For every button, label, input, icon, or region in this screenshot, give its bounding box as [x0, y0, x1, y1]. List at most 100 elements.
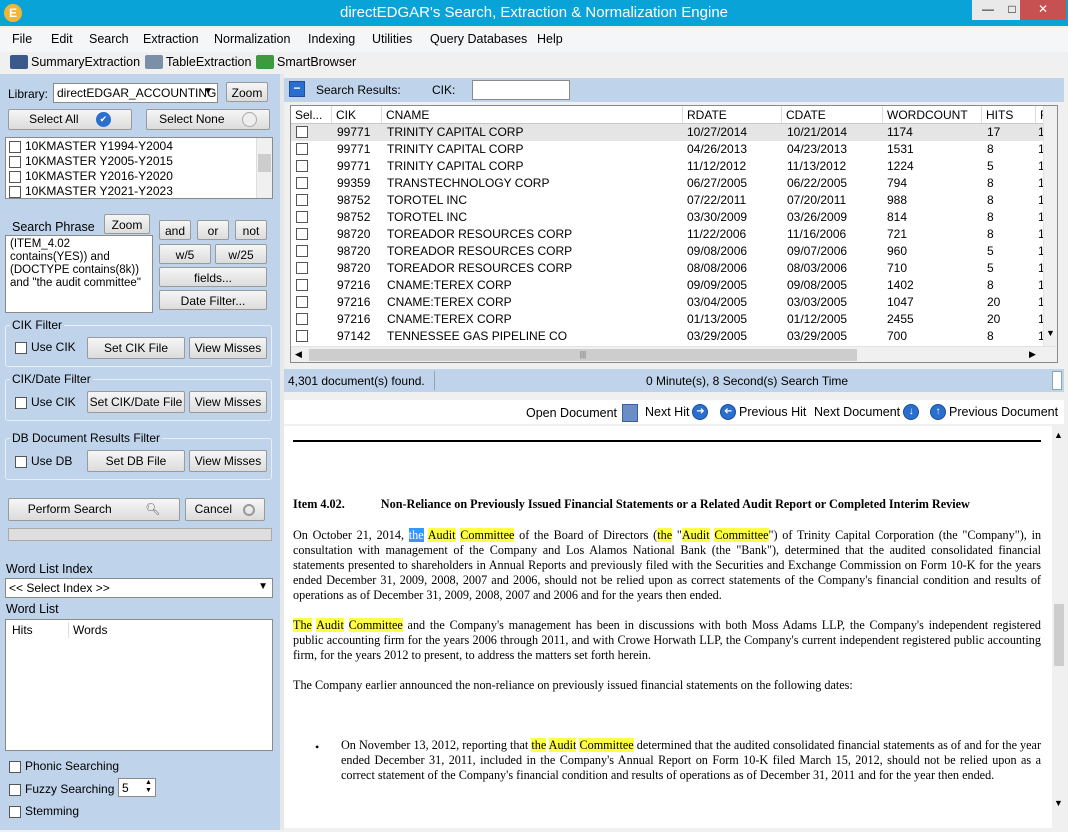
row-select-checkbox[interactable]	[296, 143, 308, 155]
use-cik-checkbox[interactable]: Use CIK	[15, 340, 76, 354]
chevron-down-icon[interactable]: ▼	[1054, 798, 1063, 808]
chevron-left-icon[interactable]: ◀	[295, 349, 302, 360]
document-vertical-scrollbar[interactable]: ▲ ▼	[1052, 426, 1066, 828]
results-vertical-scrollbar[interactable]: ▼	[1043, 106, 1057, 346]
next-document-button[interactable]: Next Document ↓	[814, 404, 922, 420]
row-select-checkbox[interactable]	[296, 262, 308, 274]
library-select[interactable]: directEDGAR_ACCOUNTING ▼	[53, 83, 218, 103]
row-select-checkbox[interactable]	[296, 177, 308, 189]
menu-search[interactable]: Search	[89, 32, 129, 46]
library-item[interactable]: 10KMASTER Y2021-Y2023	[9, 184, 173, 199]
chevron-down-icon: ▼	[203, 86, 213, 97]
stepper-arrows-icon[interactable]: ▲ ▼	[143, 779, 154, 795]
summary-extraction-button[interactable]: SummaryExtraction	[10, 55, 140, 69]
menu-utilities[interactable]: Utilities	[372, 32, 412, 46]
row-select-checkbox[interactable]	[296, 211, 308, 223]
row-select-checkbox[interactable]	[296, 245, 308, 257]
hit-highlight[interactable]: Audit	[681, 528, 710, 542]
smart-browser-button[interactable]: SmartBrowser	[256, 55, 356, 69]
fields-button[interactable]: fields...	[159, 267, 267, 287]
row-select-checkbox[interactable]	[296, 279, 308, 291]
perform-search-button[interactable]: Perform Search 🔍︎	[8, 498, 180, 521]
hit-highlight[interactable]: Committee	[348, 618, 403, 632]
row-select-checkbox[interactable]	[296, 330, 308, 342]
arrow-right-icon: ➜	[692, 404, 709, 420]
hit-highlight[interactable]: the	[531, 738, 547, 752]
use-db-checkbox[interactable]: Use DB	[15, 454, 72, 468]
row-select-checkbox[interactable]	[296, 126, 308, 138]
operator-not-button[interactable]: not	[235, 220, 267, 240]
menu-help[interactable]: Help	[537, 32, 563, 46]
cik-search-input[interactable]	[472, 80, 570, 100]
column-header-cname[interactable]: CNAME	[382, 106, 683, 124]
select-none-button[interactable]: Select None	[146, 109, 270, 130]
cikdate-view-misses-button[interactable]: View Misses	[189, 391, 267, 413]
column-header-rdate[interactable]: RDATE	[683, 106, 782, 124]
library-item[interactable]: 10KMASTER Y2016-Y2020	[9, 169, 173, 184]
column-header-cik[interactable]: CIK	[332, 106, 382, 124]
within-25-button[interactable]: w/25	[215, 244, 267, 264]
fuzzy-searching-checkbox[interactable]: Fuzzy Searching	[9, 782, 114, 796]
operator-and-button[interactable]: and	[159, 220, 191, 240]
library-item[interactable]: 10KMASTER Y2005-Y2015	[9, 154, 173, 169]
column-header-hits[interactable]: HITS	[982, 106, 1036, 124]
set-db-file-button[interactable]: Set DB File	[87, 450, 185, 472]
hit-highlight[interactable]: the	[657, 528, 673, 542]
date-filter-button[interactable]: Date Filter...	[159, 290, 267, 310]
column-header-sel[interactable]: Sel...	[291, 106, 332, 124]
previous-hit-button[interactable]: ➜ Previous Hit	[717, 404, 806, 420]
search-phrase-input[interactable]: (ITEM_4.02 contains(YES)) and (DOCTYPE c…	[5, 235, 153, 313]
word-list-hits-header[interactable]: Hits	[12, 623, 33, 637]
close-button[interactable]: ✕	[1020, 0, 1066, 20]
collapse-icon[interactable]: −	[289, 81, 305, 97]
use-cikdate-checkbox[interactable]: Use CIK	[15, 395, 76, 409]
chevron-right-icon[interactable]: ▶	[1029, 349, 1036, 360]
library-scrollbar[interactable]	[256, 138, 272, 198]
hit-highlight[interactable]: Committee	[460, 528, 515, 542]
hit-highlight[interactable]: Committee	[579, 738, 634, 752]
menu-normalization[interactable]: Normalization	[214, 32, 290, 46]
previous-document-button[interactable]: ↑ Previous Document	[927, 404, 1058, 420]
cancel-search-button[interactable]: Cancel	[185, 498, 265, 521]
row-select-checkbox[interactable]	[296, 228, 308, 240]
row-select-checkbox[interactable]	[296, 296, 308, 308]
within-5-button[interactable]: w/5	[159, 244, 211, 264]
search-zoom-button[interactable]: Zoom	[104, 214, 150, 234]
chevron-down-icon[interactable]: ▼	[1046, 328, 1055, 338]
word-list-index-select[interactable]: << Select Index >> ▼	[5, 578, 273, 598]
select-all-button[interactable]: Select All ✔	[8, 109, 132, 130]
row-select-checkbox[interactable]	[296, 194, 308, 206]
table-extraction-button[interactable]: TableExtraction	[145, 55, 251, 69]
chevron-up-icon[interactable]: ▲	[1054, 430, 1063, 440]
db-view-misses-button[interactable]: View Misses	[189, 450, 267, 472]
table-cell: 99359	[337, 176, 371, 190]
menu-indexing[interactable]: Indexing	[308, 32, 355, 46]
menu-extraction[interactable]: Extraction	[143, 32, 199, 46]
row-select-checkbox[interactable]	[296, 160, 308, 172]
hit-highlight[interactable]: Audit	[316, 618, 344, 632]
menu-file[interactable]: File	[12, 32, 32, 46]
hit-highlight[interactable]: The	[293, 618, 312, 632]
set-cik-file-button[interactable]: Set CIK File	[87, 337, 185, 359]
hit-highlight[interactable]: Audit	[548, 738, 577, 752]
library-item[interactable]: 10KMASTER Y1994-Y2004	[9, 139, 173, 154]
operator-or-button[interactable]: or	[197, 220, 229, 240]
open-document-button[interactable]: Open Document	[526, 404, 639, 422]
phonic-searching-checkbox[interactable]: Phonic Searching	[9, 759, 119, 773]
word-list-words-header[interactable]: Words	[73, 623, 107, 637]
row-select-checkbox[interactable]	[296, 313, 308, 325]
fuzzy-level-stepper[interactable]: 5 ▲ ▼	[118, 778, 156, 797]
menu-query-databases[interactable]: Query Databases	[430, 32, 527, 46]
stemming-checkbox[interactable]: Stemming	[9, 804, 79, 818]
library-zoom-button[interactable]: Zoom	[226, 82, 268, 102]
results-horizontal-scrollbar[interactable]: ◀ ||| ▶	[291, 346, 1057, 362]
hit-highlight[interactable]: Audit	[427, 528, 456, 542]
hit-highlight[interactable]: Committee	[714, 528, 769, 542]
column-header-wordcount[interactable]: WORDCOUNT	[883, 106, 982, 124]
cik-view-misses-button[interactable]: View Misses	[189, 337, 267, 359]
next-hit-button[interactable]: Next Hit ➜	[645, 404, 711, 420]
menu-edit[interactable]: Edit	[51, 32, 73, 46]
column-header-cdate[interactable]: CDATE	[782, 106, 883, 124]
set-cikdate-file-button[interactable]: Set CIK/Date File	[87, 391, 185, 413]
hit-highlight-selected[interactable]: the	[408, 528, 424, 542]
